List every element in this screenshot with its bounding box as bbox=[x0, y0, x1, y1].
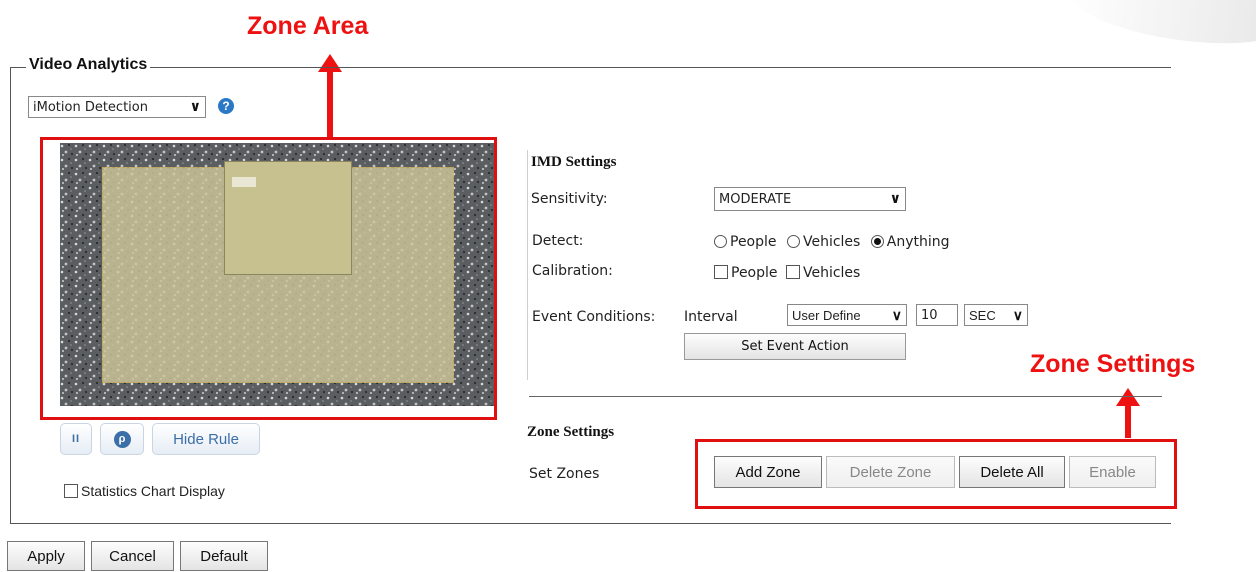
detect-people-option[interactable]: People bbox=[714, 234, 777, 250]
calibration-vehicles-option[interactable]: Vehicles bbox=[785, 265, 860, 281]
set-event-action-button[interactable]: Set Event Action bbox=[684, 333, 906, 360]
section-divider bbox=[529, 396, 1162, 397]
question-circle-icon[interactable]: ? bbox=[218, 98, 234, 114]
chevron-down-icon: ∨ bbox=[189, 99, 201, 115]
search-circle-icon: ρ bbox=[113, 430, 131, 448]
detect-vehicles-option[interactable]: Vehicles bbox=[786, 234, 860, 250]
cancel-button[interactable]: Cancel bbox=[91, 541, 174, 571]
sensitivity-value: MODERATE bbox=[719, 191, 792, 207]
pause-button[interactable]: II bbox=[60, 423, 92, 455]
search-button[interactable]: ρ bbox=[100, 423, 144, 455]
set-zones-label: Set Zones bbox=[529, 466, 600, 482]
imd-settings-title: IMD Settings bbox=[531, 154, 617, 170]
radio-people[interactable] bbox=[714, 235, 727, 248]
event-conditions-label: Event Conditions: bbox=[532, 309, 656, 325]
pause-icon: II bbox=[71, 433, 81, 445]
detect-options: People Vehicles Anything bbox=[714, 234, 950, 250]
checkbox-vehicles[interactable] bbox=[785, 265, 800, 279]
interval-mode-value: User Define bbox=[792, 307, 861, 323]
zone-settings-title: Zone Settings bbox=[527, 424, 615, 440]
sensitivity-label: Sensitivity: bbox=[531, 191, 608, 207]
chevron-down-icon: ∨ bbox=[891, 306, 902, 323]
hide-rule-button[interactable]: Hide Rule bbox=[152, 423, 260, 455]
zone-settings-highlight bbox=[695, 439, 1177, 509]
calibration-label: Calibration: bbox=[532, 263, 613, 279]
detect-label: Detect: bbox=[532, 233, 584, 249]
radio-anything[interactable] bbox=[870, 235, 884, 248]
radio-vehicles[interactable] bbox=[786, 235, 800, 248]
interval-mode-select[interactable]: User Define ∨ bbox=[787, 304, 907, 326]
detect-anything-option[interactable]: Anything bbox=[870, 234, 950, 250]
zone-area-highlight bbox=[40, 137, 497, 420]
sensitivity-select[interactable]: MODERATE ∨ bbox=[714, 187, 906, 211]
default-button[interactable]: Default bbox=[180, 541, 268, 571]
interval-label: Interval bbox=[684, 309, 738, 325]
decorative-swoosh bbox=[1062, 0, 1256, 56]
mode-select-value: iMotion Detection bbox=[33, 99, 148, 115]
statistics-label: Statistics Chart Display bbox=[81, 483, 225, 499]
chevron-down-icon: ∨ bbox=[889, 191, 901, 207]
column-divider bbox=[527, 150, 528, 380]
chevron-down-icon: ∨ bbox=[1012, 306, 1023, 323]
checkbox-people[interactable] bbox=[714, 265, 728, 279]
interval-value-input[interactable]: 10 bbox=[916, 304, 958, 326]
zone-area-callout: Zone Area bbox=[247, 12, 369, 40]
apply-button[interactable]: Apply bbox=[7, 541, 85, 571]
interval-unit-value: SEC bbox=[969, 307, 996, 323]
statistics-chart-option[interactable]: Statistics Chart Display bbox=[64, 483, 225, 499]
calibration-people-option[interactable]: People bbox=[714, 265, 778, 281]
statistics-checkbox[interactable] bbox=[64, 484, 78, 498]
mode-select[interactable]: iMotion Detection ∨ bbox=[28, 96, 206, 118]
panel-legend: Video Analytics bbox=[26, 56, 151, 74]
calibration-options: People Vehicles bbox=[714, 265, 860, 281]
interval-unit-select[interactable]: SEC ∨ bbox=[964, 304, 1028, 326]
